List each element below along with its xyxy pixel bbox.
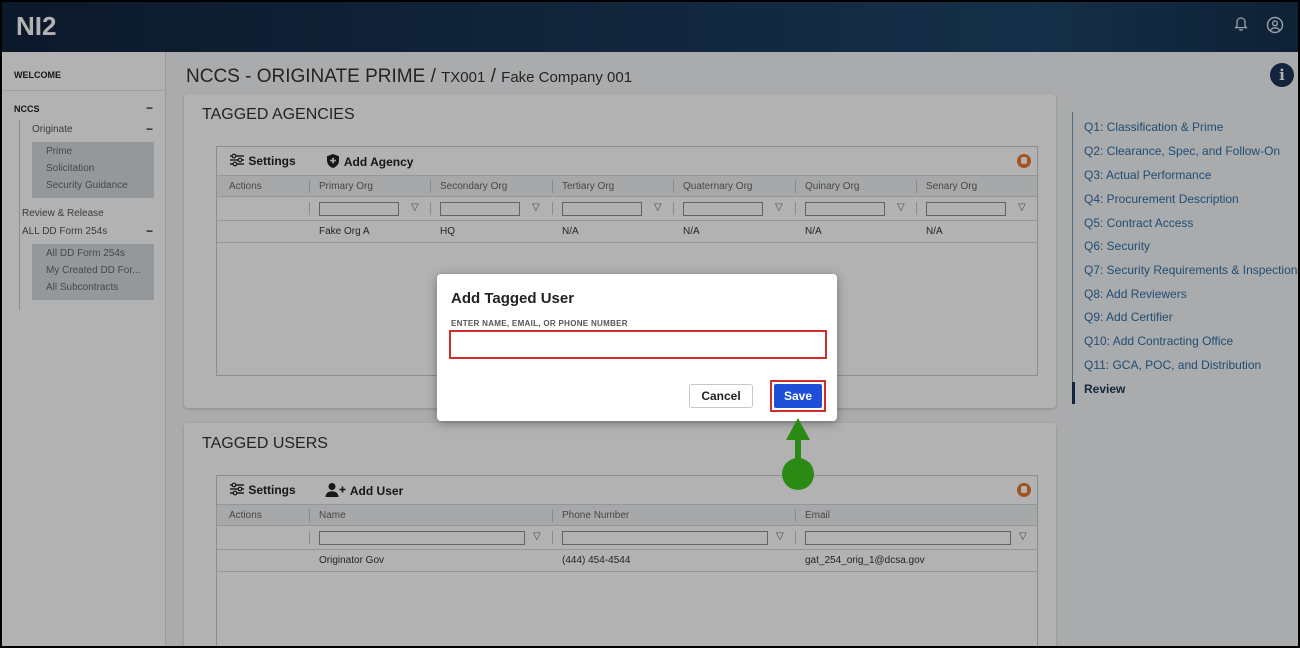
add-tagged-user-dialog: Add Tagged User ENTER NAME, EMAIL, OR PH… [437,274,837,421]
save-button[interactable]: Save [774,384,822,408]
field-label: ENTER NAME, EMAIL, OR PHONE NUMBER [451,319,628,328]
app-window: NI2 WELCOME NCCS − Originate − Prime Sol… [0,0,1300,648]
dialog-title: Add Tagged User [451,290,575,307]
user-search-input[interactable] [449,330,827,359]
cancel-button[interactable]: Cancel [689,384,753,408]
save-button-highlight: Save [770,380,826,412]
